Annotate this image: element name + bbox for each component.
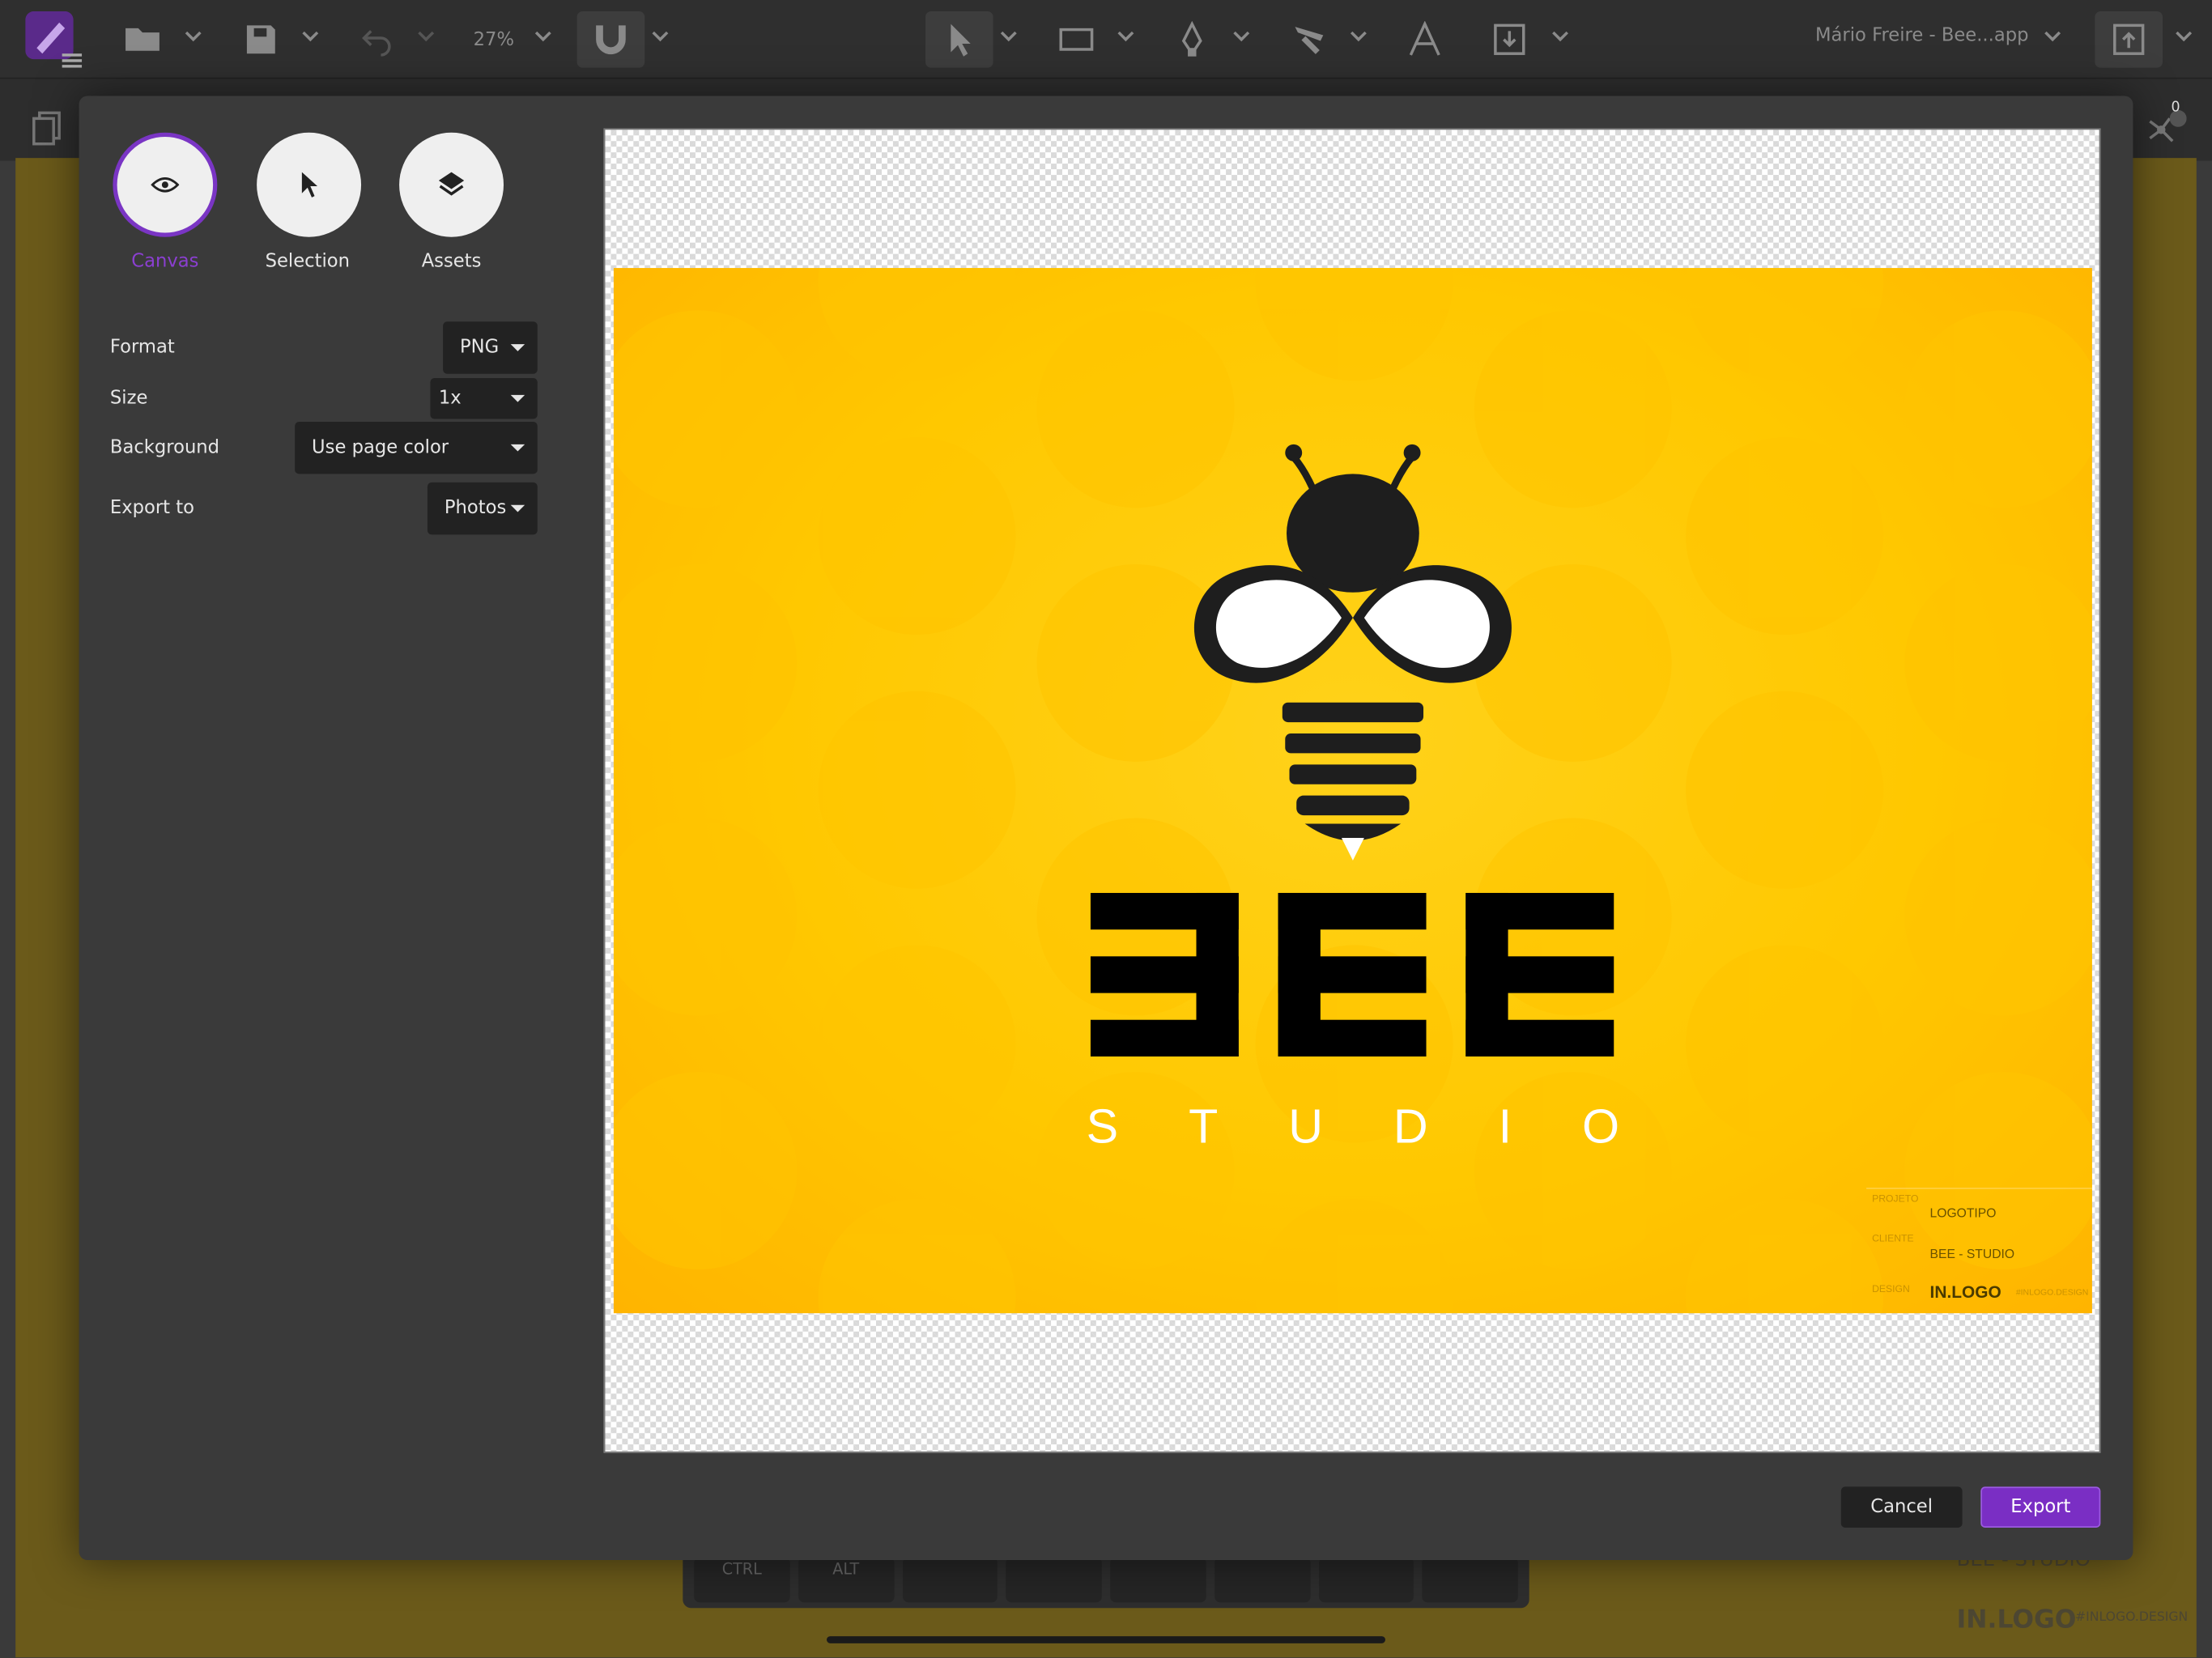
group-key[interactable] <box>902 1557 998 1603</box>
chevron-down-icon[interactable] <box>1116 25 1135 45</box>
share-icon[interactable] <box>2095 11 2163 68</box>
selection-mode-button[interactable] <box>257 132 362 237</box>
pages-icon[interactable] <box>31 110 62 147</box>
pointer-icon[interactable] <box>925 11 993 68</box>
notification-count: 0 <box>2171 100 2180 116</box>
duplicate-key[interactable] <box>1110 1557 1206 1603</box>
bee-wordmark-logo <box>1090 892 1614 1057</box>
assets-mode-button[interactable] <box>399 132 504 237</box>
document-title[interactable]: Mário Freire - Bee...app <box>1815 25 2029 46</box>
caret-down-icon <box>510 394 525 402</box>
brand-value: IN.LOGO <box>1929 1282 2001 1303</box>
cursor-icon <box>301 172 318 198</box>
bee-icon <box>1193 444 1512 861</box>
more-key[interactable] <box>1214 1557 1310 1603</box>
network-icon[interactable] <box>2144 109 2187 147</box>
home-indicator <box>827 1636 1385 1643</box>
chevron-down-icon[interactable] <box>1551 25 1570 45</box>
save-icon[interactable] <box>237 11 285 68</box>
client-label: CLIENTE <box>1872 1234 1914 1244</box>
zoom-level[interactable]: 27% <box>466 11 522 68</box>
export-dialog: Canvas Selection Assets Format PNG Size … <box>79 96 2133 1561</box>
studio-letter: S <box>1086 1100 1121 1154</box>
background-dropdown[interactable]: Use page color <box>295 421 538 474</box>
app-logo-icon[interactable] <box>23 11 85 68</box>
folder-open-icon[interactable] <box>118 11 169 68</box>
format-value: PNG <box>460 337 500 359</box>
export-button[interactable]: Export <box>1980 1486 2101 1528</box>
studio-letter: U <box>1288 1100 1326 1154</box>
client-value: BEE - STUDIO <box>1929 1247 2015 1261</box>
caret-down-icon <box>510 344 525 351</box>
caret-down-icon <box>510 504 525 512</box>
chevron-down-icon[interactable] <box>650 25 670 45</box>
rectangle-icon[interactable] <box>1051 11 1102 68</box>
chevron-down-icon[interactable] <box>1231 25 1251 45</box>
background-label: Background <box>109 437 220 459</box>
import-icon[interactable] <box>1484 11 1535 68</box>
format-label: Format <box>109 337 175 359</box>
size-value: 1x <box>438 388 462 410</box>
cancel-button[interactable]: Cancel <box>1840 1486 1963 1528</box>
brush-icon[interactable] <box>1284 11 1335 68</box>
redo-key[interactable] <box>1422 1557 1518 1603</box>
project-value: LOGOTIPO <box>1929 1205 1997 1221</box>
design-label: DESIGN <box>1872 1285 1910 1295</box>
export-to-dropdown[interactable]: Photos <box>427 482 538 535</box>
studio-letter: I <box>1498 1100 1515 1154</box>
chevron-down-icon[interactable] <box>184 25 203 45</box>
bg-brand-tag: IN.LOGO <box>1956 1605 2077 1635</box>
export-to-value: Photos <box>444 498 507 520</box>
canvas-mode-button[interactable] <box>113 132 218 237</box>
chevron-down-icon[interactable] <box>300 25 320 45</box>
top-toolbar: 27% Mário Freire - Bee...app <box>0 0 2212 79</box>
chevron-down-icon[interactable] <box>1349 25 1368 45</box>
caret-down-icon <box>510 444 525 452</box>
chevron-down-icon[interactable] <box>416 25 436 45</box>
layers-icon <box>438 172 465 196</box>
pen-icon[interactable] <box>1168 11 1216 68</box>
project-label: PROJETO <box>1872 1194 1919 1205</box>
studio-wordmark: S T U D I O <box>1087 1100 1623 1155</box>
size-label: Size <box>109 388 148 410</box>
bg-brand-small: #INLOGO.DESIGN <box>2074 1610 2189 1626</box>
chevron-down-icon[interactable] <box>999 25 1019 45</box>
text-icon[interactable] <box>1399 11 1450 68</box>
export-to-label: Export to <box>109 498 195 520</box>
chevron-down-icon[interactable] <box>534 25 553 45</box>
info-tag-block: PROJETO LOGOTIPO CLIENTE BEE - STUDIO DE… <box>1866 1188 2092 1313</box>
ctrl-key[interactable]: CTRL <box>694 1557 790 1603</box>
ungroup-key[interactable] <box>1006 1557 1102 1603</box>
alt-key[interactable]: ALT <box>798 1557 894 1603</box>
background-value: Use page color <box>312 437 449 459</box>
studio-letter: O <box>1582 1100 1623 1154</box>
size-dropdown[interactable]: 1x <box>430 377 538 419</box>
export-preview: S T U D I O PROJETO LOGOTIPO CLIENTE BEE… <box>603 128 2101 1453</box>
chevron-down-icon[interactable] <box>2174 25 2193 45</box>
undo-icon[interactable] <box>353 11 401 68</box>
format-dropdown[interactable]: PNG <box>443 321 538 374</box>
chevron-down-icon[interactable] <box>2043 25 2062 45</box>
assets-mode-label: Assets <box>421 251 482 273</box>
studio-letter: T <box>1189 1100 1221 1154</box>
eye-icon <box>151 177 180 193</box>
studio-letter: D <box>1393 1100 1431 1154</box>
undo-key[interactable] <box>1318 1557 1414 1603</box>
artwork: S T U D I O PROJETO LOGOTIPO CLIENTE BEE… <box>613 268 2092 1314</box>
brand-small: #INLOGO.DESIGN <box>2015 1289 2089 1298</box>
magnet-icon[interactable] <box>576 11 645 68</box>
